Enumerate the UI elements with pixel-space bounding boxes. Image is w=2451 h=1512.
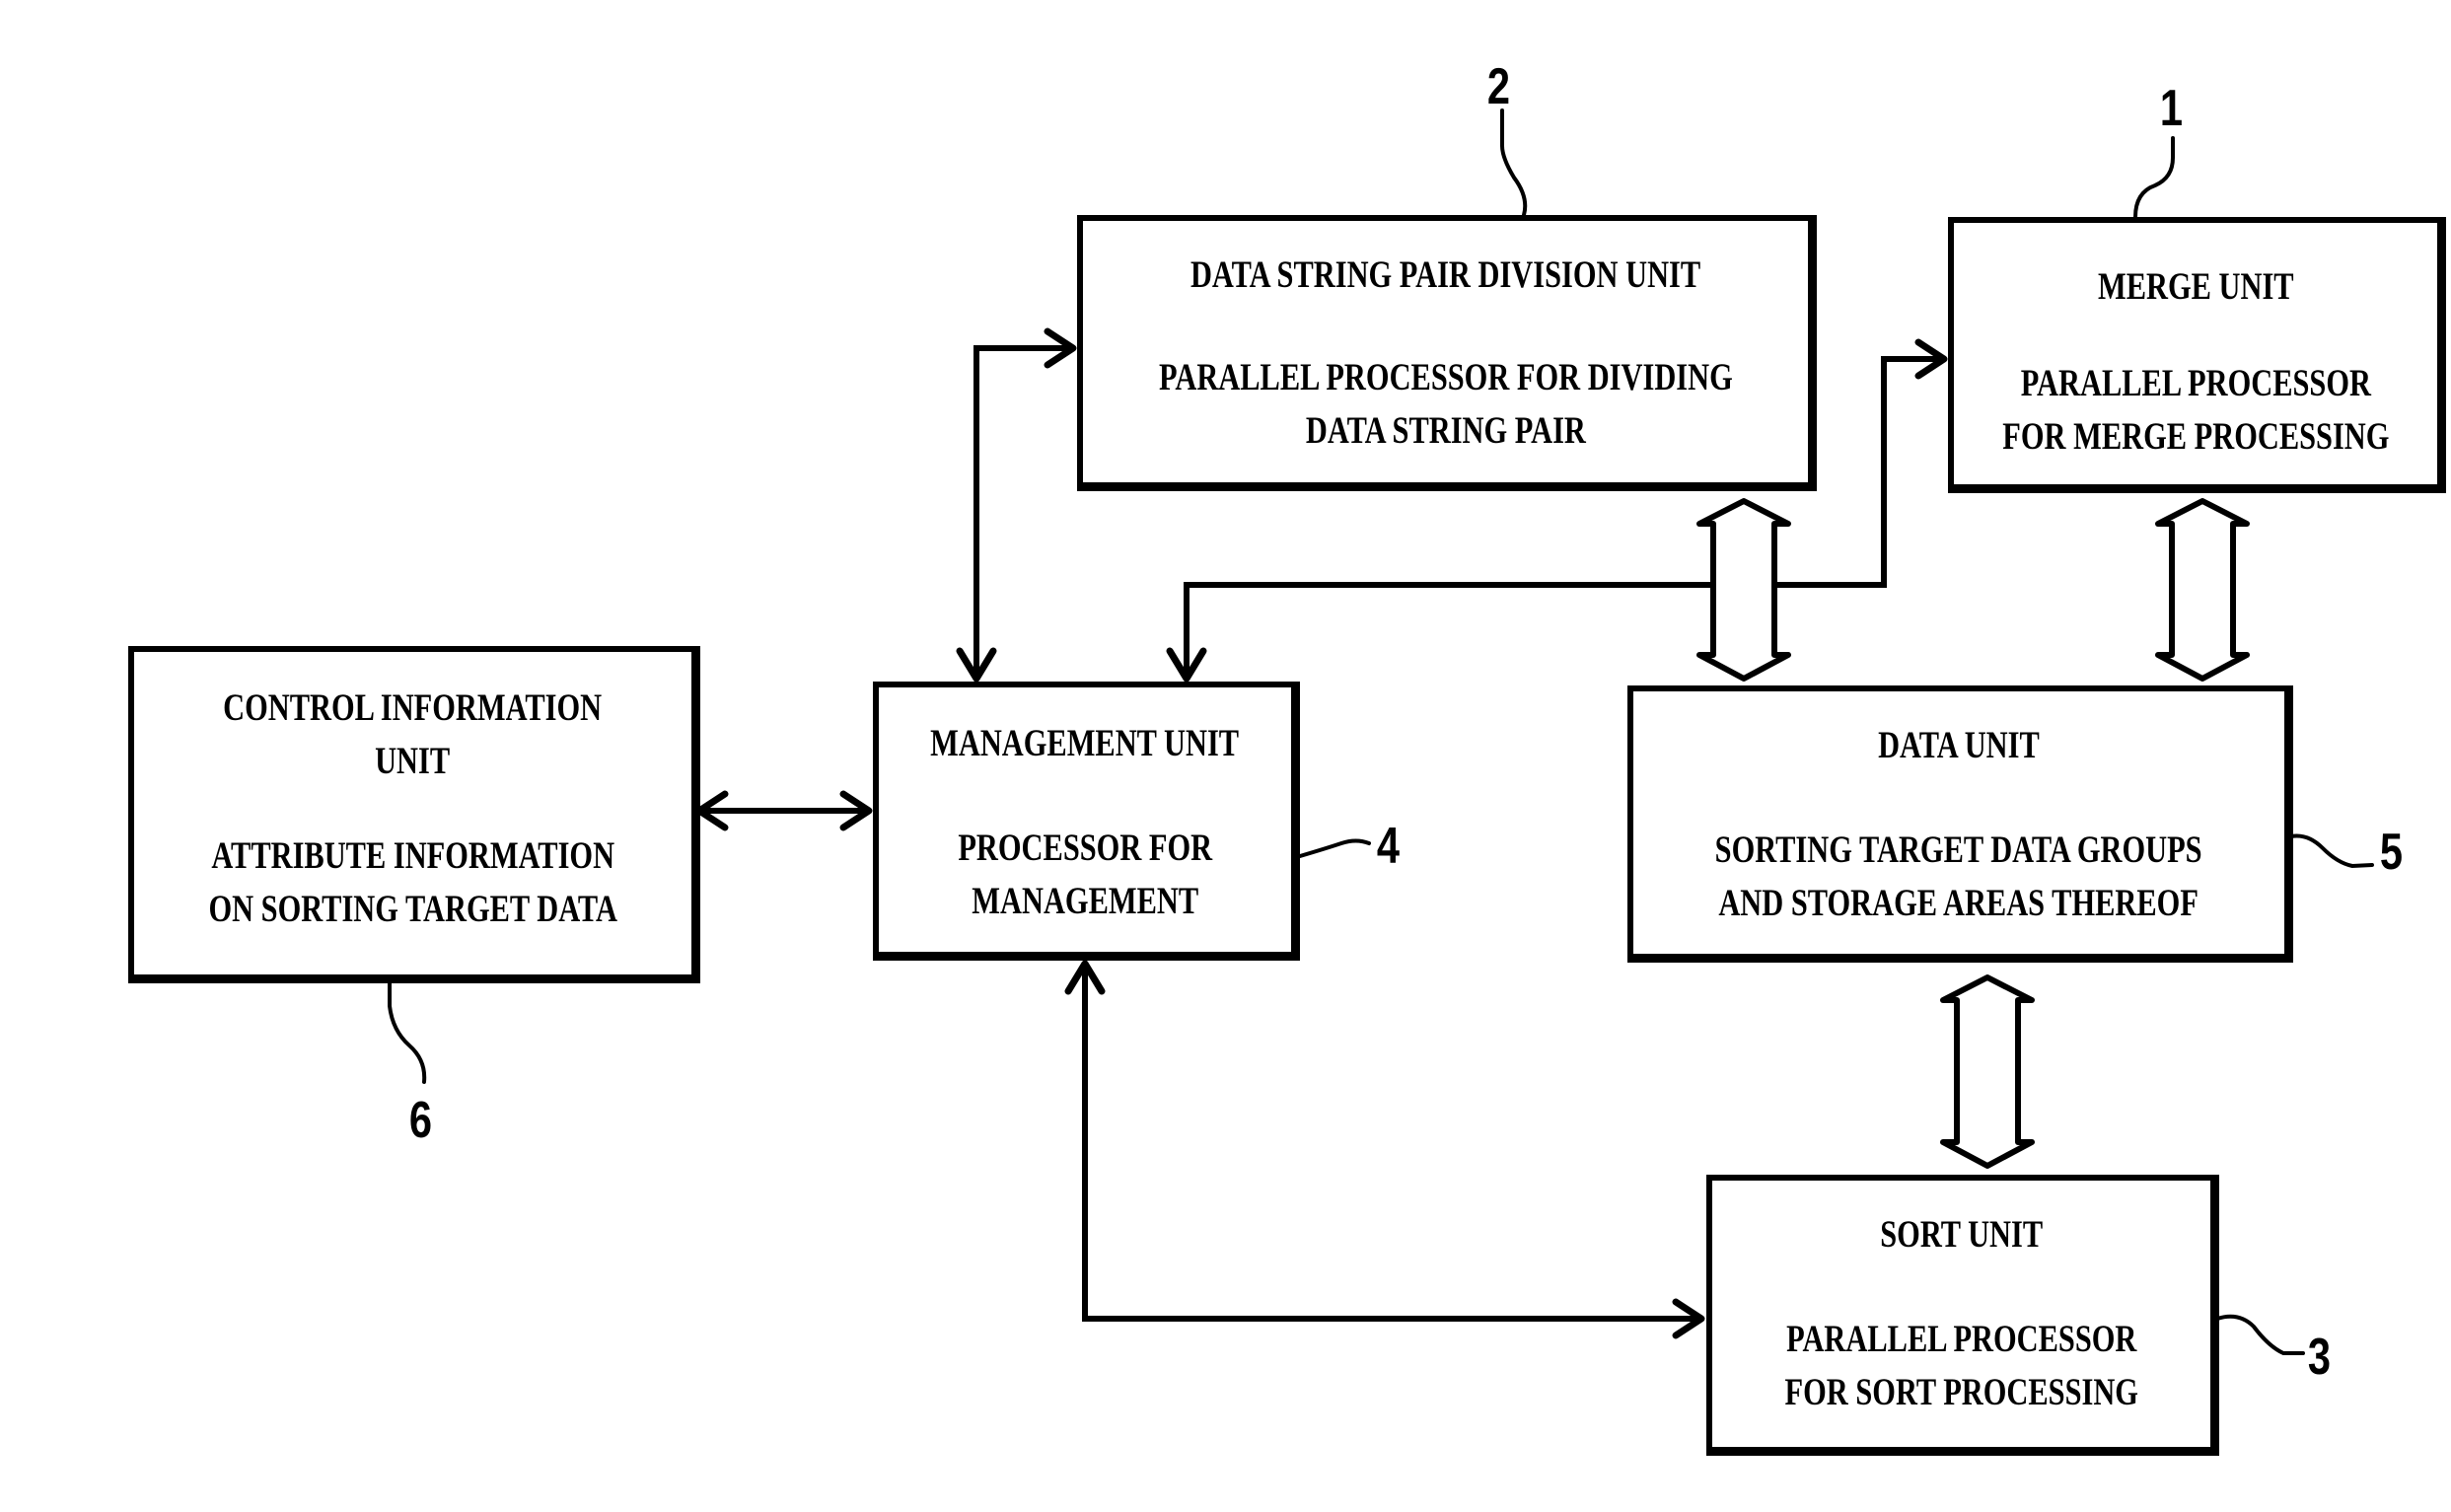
reference-numeral-3: 3: [2307, 1329, 2332, 1386]
merge-unit-description: PARALLEL PROCESSOR FOR MERGE PROCESSING: [2001, 362, 2390, 458]
data-unit-box[interactable]: DATA UNIT SORTING TARGET DATA GROUPS AND…: [1627, 685, 2293, 963]
reference-numeral-2: 2: [1486, 58, 1511, 115]
bus-merge-data: [2155, 498, 2250, 682]
division-unit-title: DATA STRING PAIR DIVISION UNIT: [1189, 253, 1701, 296]
reference-numeral-6: 6: [408, 1092, 433, 1149]
reference-numeral-5: 5: [2379, 824, 2404, 881]
connector-management-sort: [1064, 960, 1705, 1339]
leader-line-2: [1500, 108, 1528, 217]
control-information-unit-title: CONTROL INFORMATION UNIT: [223, 686, 603, 782]
sort-unit-title: SORT UNIT: [1880, 1213, 2043, 1256]
merge-unit-box[interactable]: MERGE UNIT PARALLEL PROCESSOR FOR MERGE …: [1948, 217, 2446, 493]
reference-numeral-4: 4: [1376, 818, 1401, 875]
control-information-unit-description: ATTRIBUTE INFORMATION ON SORTING TARGET …: [208, 834, 617, 930]
management-unit-box[interactable]: MANAGEMENT UNIT PROCESSOR FOR MANAGEMENT: [873, 682, 1300, 961]
connector-control-management: [695, 790, 873, 831]
merge-unit-title: MERGE UNIT: [2097, 265, 2294, 308]
data-unit-title: DATA UNIT: [1878, 724, 2040, 766]
leader-line-1: [2133, 136, 2175, 219]
leader-line-4: [1298, 838, 1371, 858]
control-information-unit-box[interactable]: CONTROL INFORMATION UNIT ATTRIBUTE INFOR…: [128, 646, 700, 983]
data-unit-description: SORTING TARGET DATA GROUPS AND STORAGE A…: [1715, 828, 2202, 924]
division-unit-description: PARALLEL PROCESSOR FOR DIVIDING DATA STR…: [1158, 356, 1733, 452]
leader-line-6: [388, 979, 427, 1084]
division-unit-box[interactable]: DATA STRING PAIR DIVISION UNIT PARALLEL …: [1077, 215, 1817, 491]
bus-data-sort: [1940, 974, 2035, 1169]
bus-division-data: [1696, 498, 1791, 682]
management-unit-title: MANAGEMENT UNIT: [930, 722, 1240, 764]
sort-unit-description: PARALLEL PROCESSOR FOR SORT PROCESSING: [1784, 1318, 2138, 1413]
reference-numeral-1: 1: [2159, 80, 2184, 137]
leader-line-3: [2215, 1314, 2305, 1355]
leader-line-5: [2289, 833, 2374, 869]
sort-unit-box[interactable]: SORT UNIT PARALLEL PROCESSOR FOR SORT PR…: [1706, 1175, 2219, 1456]
connector-management-division: [956, 327, 1077, 683]
management-unit-description: PROCESSOR FOR MANAGEMENT: [958, 827, 1212, 922]
